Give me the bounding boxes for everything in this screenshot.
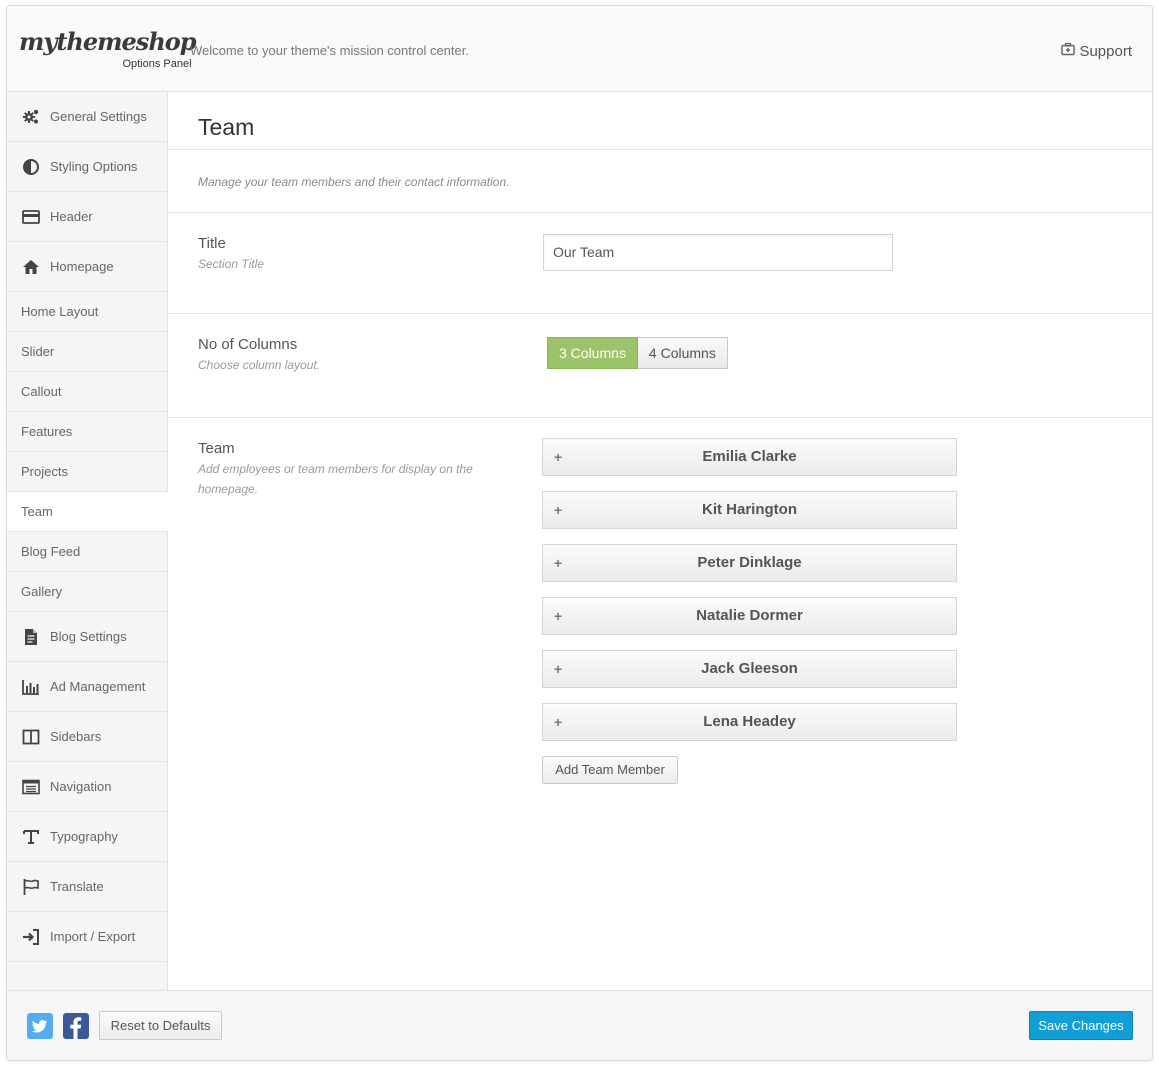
sidebar-item-label: Blog Settings [50,629,127,644]
sidebar-item-label: Ad Management [50,679,146,694]
sidebar-item-label: Translate [50,879,104,894]
card-icon [21,207,41,227]
plus-icon[interactable]: + [554,492,562,528]
team-member-item[interactable]: + Lena Headey [542,703,957,741]
twitter-icon[interactable] [27,1013,53,1039]
plus-icon[interactable]: + [554,439,562,475]
team-member-item[interactable]: + Jack Gleeson [542,650,957,688]
logo-text: mythemeshop [19,27,197,56]
team-option-row: Team Add employees or team members for d… [168,418,1152,818]
sidebar-item-sidebars[interactable]: Sidebars [7,712,167,762]
sidebar-item-label: Navigation [50,779,112,794]
home-icon [21,257,41,277]
plus-icon[interactable]: + [554,545,562,581]
facebook-icon[interactable] [63,1013,89,1039]
sidebar-item-general-settings[interactable]: General Settings [7,92,167,142]
plus-icon[interactable]: + [554,598,562,634]
sidebar-item-label: Gallery [21,584,63,599]
sidebar-item-label: Header [50,209,93,224]
sidebar-item-label: Slider [21,344,55,359]
list-icon [21,777,41,797]
medkit-icon [1061,42,1076,60]
sidebar-item-label: Import / Export [50,929,136,944]
columns-option-help: Choose column layout. [198,358,321,372]
sidebar-item-translate[interactable]: Translate [7,862,167,912]
top-bar: mythemeshop Options Panel Welcome to you… [7,6,1152,92]
logo: mythemeshop Options Panel [19,27,197,71]
sidebar-item-home-layout[interactable]: Home Layout [7,292,167,332]
sidebar-item-blog-feed[interactable]: Blog Feed [7,532,167,572]
sidebar-item-callout[interactable]: Callout [7,372,167,412]
team-option-label: Team [198,440,235,457]
title-option-row: Title Section Title Our Team [168,213,1152,314]
bar-chart-icon [21,677,41,697]
plus-icon[interactable]: + [554,651,562,687]
sidebar-item-projects[interactable]: Projects [7,452,167,492]
text-icon [21,827,41,847]
columns-icon [21,727,41,747]
three-columns-button[interactable]: 3 Columns [547,337,638,369]
save-changes-button[interactable]: Save Changes [1029,1011,1133,1040]
team-member-item[interactable]: + Emilia Clarke [542,438,957,476]
options-panel: mythemeshop Options Panel Welcome to you… [6,5,1153,1061]
sidebar-item-team[interactable]: Team [7,492,168,532]
sidebar-item-label: Callout [21,384,62,399]
document-icon [21,627,41,647]
welcome-message: Welcome to your theme's mission control … [190,43,469,58]
sidebar-item-homepage[interactable]: Homepage [7,242,167,292]
columns-toggle: 3 Columns 4 Columns [547,337,728,369]
sidebar-item-slider[interactable]: Slider [7,332,167,372]
team-member-item[interactable]: + Kit Harington [542,491,957,529]
sidebar-item-label: Team [21,504,53,519]
add-team-member-button[interactable]: Add Team Member [542,756,678,784]
sidebar-item-label: Homepage [50,259,114,274]
plus-icon[interactable]: + [554,704,562,740]
footer-bar: Reset to Defaults Save Changes [7,990,1152,1060]
main-content: Team Manage your team members and their … [168,92,1152,990]
support-label: Support [1079,42,1132,60]
team-member-name: Kit Harington [702,501,797,518]
sidebar-item-label: Sidebars [50,729,102,744]
sidebar-item-header[interactable]: Header [7,192,167,242]
team-member-name: Jack Gleeson [701,660,798,677]
gears-icon [21,107,41,127]
team-member-name: Natalie Dormer [696,607,803,624]
sidebar-item-features[interactable]: Features [7,412,167,452]
sidebar-item-label: Home Layout [21,304,99,319]
sidebar-item-styling-options[interactable]: Styling Options [7,142,167,192]
four-columns-button[interactable]: 4 Columns [637,337,728,369]
team-member-item[interactable]: + Natalie Dormer [542,597,957,635]
sidebar-item-label: Blog Feed [21,544,81,559]
sidebar-item-import-export[interactable]: Import / Export [7,912,167,962]
team-member-name: Lena Headey [703,713,796,730]
columns-option-row: No of Columns Choose column layout. 3 Co… [168,314,1152,418]
sidebar-item-typography[interactable]: Typography [7,812,167,862]
team-member-name: Emilia Clarke [702,448,797,465]
flag-icon [21,877,41,897]
sidebar-item-label: Features [21,424,73,439]
sidebar-item-label: Typography [50,829,118,844]
title-option-label: Title [198,235,226,252]
team-option-help: Add employees or team members for displa… [198,462,473,496]
sidebar-nav: General Settings Styling Options Header … [7,92,168,990]
section-title-input[interactable]: Our Team [543,234,893,271]
logo-subtitle: Options Panel [122,58,192,70]
sidebar-item-label: Projects [21,464,68,479]
columns-option-label: No of Columns [198,336,298,353]
reset-defaults-button[interactable]: Reset to Defaults [99,1011,222,1040]
sidebar-item-blog-settings[interactable]: Blog Settings [7,612,167,662]
sidebar-item-label: Styling Options [50,159,138,174]
sidebar-item-ad-management[interactable]: Ad Management [7,662,167,712]
title-option-help: Section Title [198,257,264,271]
team-member-item[interactable]: + Peter Dinklage [542,544,957,582]
support-link[interactable]: Support [1061,42,1132,60]
team-member-name: Peter Dinklage [697,554,802,571]
sign-in-icon [21,927,41,947]
page-description: Manage your team members and their conta… [168,150,1152,213]
page-title: Team [168,92,1152,150]
contrast-icon [21,157,41,177]
sidebar-item-label: General Settings [50,109,147,124]
sidebar-item-navigation[interactable]: Navigation [7,762,167,812]
sidebar-item-gallery[interactable]: Gallery [7,572,167,612]
